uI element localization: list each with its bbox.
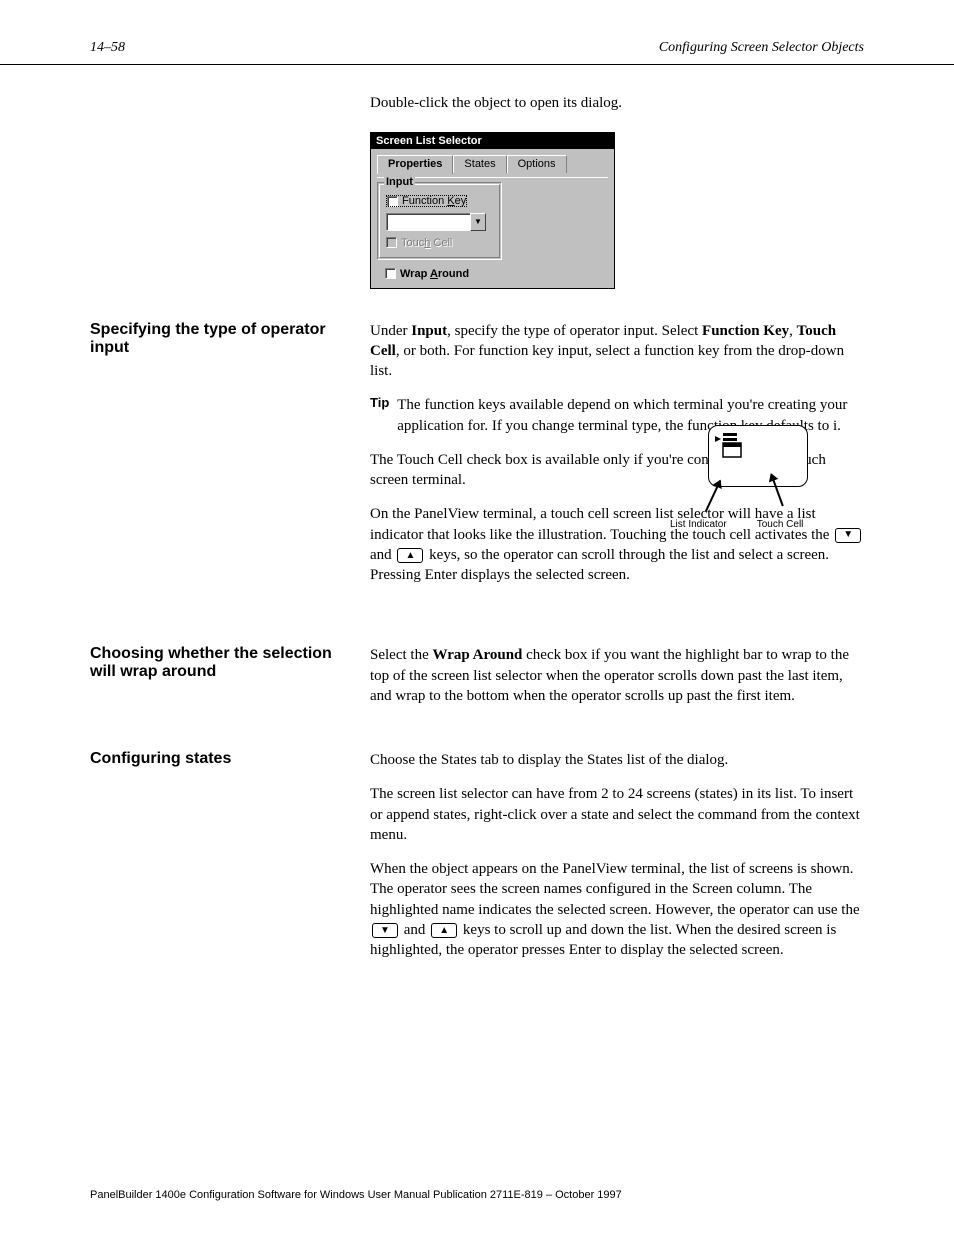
page-title: Configuring Screen Selector Objects: [659, 40, 864, 56]
illus-label-touch-cell: Touch Cell: [757, 519, 804, 530]
checkbox-icon: [387, 196, 398, 207]
touch-cell-label: Touch Cell: [401, 237, 452, 249]
chevron-down-icon[interactable]: ▼: [470, 213, 486, 231]
dialog-titlebar: Screen List Selector: [371, 133, 614, 149]
page-number: 14–58: [90, 40, 125, 56]
up-arrow-key-icon: ▲: [397, 548, 423, 563]
screen-list-selector-dialog: Screen List Selector Properties States O…: [370, 132, 615, 289]
tab-options[interactable]: Options: [507, 155, 567, 173]
operator-input-para1: Under Input, specify the type of operato…: [370, 321, 864, 382]
function-key-checkbox-row[interactable]: Function Key: [386, 195, 467, 207]
list-indicator-icon: [715, 432, 747, 460]
function-key-label: Function Key: [402, 195, 466, 207]
dropdown-field[interactable]: [386, 213, 470, 231]
section-wrap-around: Choosing whether the selection will wrap…: [90, 645, 864, 720]
section-heading-operator-input: Specifying the type of operator input: [90, 321, 340, 357]
illus-label-list-indicator: List Indicator: [670, 519, 727, 530]
wrap-around-checkbox-row[interactable]: Wrap Around: [385, 268, 608, 280]
intro-paragraph: Double-click the object to open its dial…: [370, 95, 864, 112]
section-configuring-states: Configuring states Choose the States tab…: [90, 750, 864, 974]
down-arrow-key-icon: ▼: [835, 528, 861, 543]
dialog-tabs: Properties States Options: [377, 155, 608, 173]
touch-cell-illustration: List Indicator Touch Cell: [694, 425, 824, 545]
groupbox-label: Input: [384, 176, 415, 188]
wrap-around-para: Select the Wrap Around check box if you …: [370, 645, 864, 706]
arrow-icon: [705, 480, 721, 512]
checkbox-icon: [385, 268, 396, 279]
wrap-around-label: Wrap Around: [400, 268, 469, 280]
tip-label: Tip: [370, 395, 389, 410]
section-operator-input: Specifying the type of operator input Un…: [90, 321, 864, 616]
touch-cell-checkbox-row: Touch Cell: [386, 237, 493, 249]
function-key-dropdown[interactable]: ▼: [386, 213, 486, 231]
page-footer: PanelBuilder 1400e Configuration Softwar…: [90, 1189, 622, 1201]
checkbox-icon: [386, 237, 397, 248]
states-para2: The screen list selector can have from 2…: [370, 784, 864, 845]
up-arrow-key-icon: ▲: [431, 923, 457, 938]
page-header: 14–58 Configuring Screen Selector Object…: [0, 0, 954, 65]
section-heading-states: Configuring states: [90, 750, 340, 768]
states-para1: Choose the States tab to display the Sta…: [370, 750, 864, 770]
states-para3: When the object appears on the PanelView…: [370, 859, 864, 960]
section-heading-wrap-around: Choosing whether the selection will wrap…: [90, 645, 340, 681]
tab-properties[interactable]: Properties: [377, 155, 453, 174]
input-groupbox: Input Function Key ▼: [377, 182, 502, 260]
tab-states[interactable]: States: [453, 155, 506, 173]
down-arrow-key-icon: ▼: [372, 923, 398, 938]
